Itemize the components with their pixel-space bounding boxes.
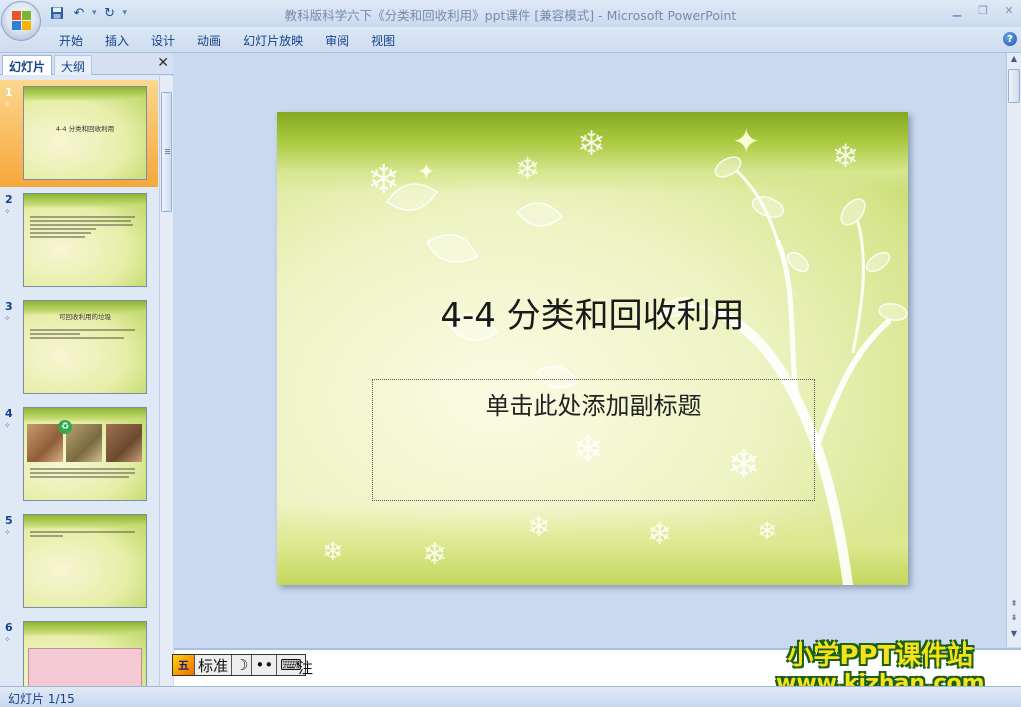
tab-review[interactable]: 审阅 <box>314 31 360 50</box>
slides-pane-scrollbar[interactable] <box>159 76 173 686</box>
tab-home[interactable]: 开始 <box>48 31 94 50</box>
ribbon: 开始 插入 设计 动画 幻灯片放映 审阅 视图 ? <box>0 27 1021 53</box>
sparkle-icon: ✦ <box>732 122 761 162</box>
tab-insert[interactable]: 插入 <box>94 31 140 50</box>
ime-halfwidth-icon[interactable]: ☽ <box>232 655 253 675</box>
scroll-up-icon[interactable]: ▲ <box>1008 54 1020 68</box>
ime-mode-button[interactable]: 标准 <box>195 655 233 675</box>
previous-slide-icon[interactable]: ⇞ <box>1008 599 1020 613</box>
tree-illustration <box>656 156 908 585</box>
office-logo-icon <box>12 11 32 31</box>
thumbnail-number: 1 <box>5 86 13 99</box>
transition-star-icon: ✧ <box>4 100 11 109</box>
slide-title[interactable]: 4-4 分类和回收利用 <box>277 288 908 337</box>
thumbnail-slide-3[interactable]: 3 ✧ 可回收利用的垃圾 <box>0 294 158 401</box>
notes-placeholder-text: 注 <box>298 659 314 677</box>
tab-animations[interactable]: 动画 <box>186 31 232 50</box>
main-scrollbar[interactable]: ▲ ⇞ ⇟ ▼ <box>1006 53 1021 647</box>
thumbnail-image <box>23 621 147 686</box>
status-bar: 幻灯片 1/15 <box>0 686 1021 707</box>
sparkle-icon: ✦ <box>417 160 436 185</box>
thumbnail-number: 6 <box>5 621 13 634</box>
snowflake-icon: ❄ <box>515 152 541 187</box>
slide-indicator: 幻灯片 1/15 <box>8 692 75 706</box>
tab-outline[interactable]: 大纲 <box>54 55 93 75</box>
current-slide[interactable]: ❄ ❄ ❄ ❄ ❄ ❄ ❄ ❄ ❄ ❄ ❄ ✦ ✦ 4-4 分类和回收利用 单击… <box>277 112 908 585</box>
tab-design[interactable]: 设计 <box>140 31 186 50</box>
pane-close-icon[interactable]: ✕ <box>157 55 169 71</box>
ribbon-tabs: 开始 插入 设计 动画 幻灯片放映 审阅 视图 <box>48 31 406 50</box>
minimize-icon[interactable]: ▁ <box>949 2 965 18</box>
office-button[interactable] <box>1 1 41 41</box>
thumbnail-number: 4 <box>5 407 13 420</box>
pane-tabs: 幻灯片 大纲 ✕ <box>0 53 173 75</box>
help-icon[interactable]: ? <box>1003 32 1017 46</box>
window-title: 教科版科学六下《分类和回收利用》ppt课件 [兼容模式] - Microsoft… <box>284 8 737 23</box>
watermark-site-name: 小学PPT课件站 <box>787 641 974 671</box>
thumbnail-photo <box>106 424 142 462</box>
ime-punctuation-icon[interactable]: •• <box>252 655 278 675</box>
thumbnail-image: ♻ <box>23 407 147 501</box>
tab-slideshow[interactable]: 幻灯片放映 <box>232 31 314 50</box>
ime-toolbar: 五 标准 ☽ •• ⌨ <box>172 654 306 676</box>
scroll-thumb[interactable] <box>161 92 172 212</box>
thumbnail-image <box>23 193 147 287</box>
slide-editing-area: ❄ ❄ ❄ ❄ ❄ ❄ ❄ ❄ ❄ ❄ ❄ ✦ ✦ 4-4 分类和回收利用 单击… <box>174 53 1005 647</box>
title-bar: ↶ ▾ ↻ ▾ 教科版科学六下《分类和回收利用》ppt课件 [兼容模式] - M… <box>0 0 1021 27</box>
thumbnail-number: 3 <box>5 300 13 313</box>
ime-logo-icon[interactable]: 五 <box>173 655 195 675</box>
thumbnail-image: 4-4 分类和回收利用 <box>23 86 147 180</box>
thumbnail-text-lines <box>30 466 140 480</box>
transition-star-icon: ✧ <box>4 635 11 644</box>
transition-star-icon: ✧ <box>4 207 11 216</box>
thumbnail-slide-5[interactable]: 5 ✧ <box>0 508 158 615</box>
subtitle-placeholder-text: 单击此处添加副标题 <box>485 392 702 420</box>
snowflake-icon: ❄ <box>422 537 448 572</box>
thumbnail-title: 4-4 分类和回收利用 <box>55 125 115 133</box>
thumbnail-slide-2[interactable]: 2 ✧ <box>0 187 158 294</box>
thumbnail-list: 1 ✧ 4-4 分类和回收利用 2 ✧ 3 ✧ 可回收利用的垃圾 4 ✧ ♻ 5… <box>0 76 158 686</box>
thumbnail-image: 可回收利用的垃圾 <box>23 300 147 394</box>
recycle-icon: ♻ <box>58 420 72 434</box>
tab-view[interactable]: 视图 <box>360 31 406 50</box>
snowflake-icon: ❄ <box>647 517 673 552</box>
thumbnail-number: 5 <box>5 514 13 527</box>
restore-icon[interactable]: ❐ <box>975 2 991 18</box>
next-slide-icon[interactable]: ⇟ <box>1008 613 1020 627</box>
snowflake-icon: ❄ <box>832 137 859 175</box>
snowflake-icon: ❄ <box>322 537 344 567</box>
slides-pane: 幻灯片 大纲 ✕ 1 ✧ 4-4 分类和回收利用 2 ✧ 3 ✧ 可回收利用的垃… <box>0 53 173 686</box>
transition-star-icon: ✧ <box>4 421 11 430</box>
transition-star-icon: ✧ <box>4 528 11 537</box>
tab-slides[interactable]: 幻灯片 <box>2 55 53 75</box>
transition-star-icon: ✧ <box>4 314 11 323</box>
window-controls: ▁ ❐ ✕ <box>949 2 1017 18</box>
thumbnail-table <box>28 648 142 686</box>
snowflake-icon: ❄ <box>367 157 401 203</box>
thumbnail-title: 可回收利用的垃圾 <box>59 313 111 321</box>
thumbnail-text-lines <box>30 327 140 341</box>
snowflake-icon: ❄ <box>527 510 551 543</box>
thumbnail-slide-4[interactable]: 4 ✧ ♻ <box>0 401 158 508</box>
close-icon[interactable]: ✕ <box>1001 2 1017 18</box>
scroll-thumb[interactable] <box>1008 69 1020 103</box>
thumbnail-text-lines <box>30 529 140 539</box>
subtitle-placeholder[interactable]: 单击此处添加副标题 <box>372 379 815 501</box>
snowflake-icon: ❄ <box>757 517 778 545</box>
scroll-down-icon[interactable]: ▼ <box>1008 629 1020 643</box>
thumbnail-number: 2 <box>5 193 13 206</box>
thumbnail-text-lines <box>30 214 140 240</box>
thumbnail-slide-6[interactable]: 6 ✧ <box>0 615 158 686</box>
snowflake-icon: ❄ <box>577 124 606 164</box>
thumbnail-image <box>23 514 147 608</box>
thumbnail-slide-1[interactable]: 1 ✧ 4-4 分类和回收利用 <box>0 80 158 187</box>
